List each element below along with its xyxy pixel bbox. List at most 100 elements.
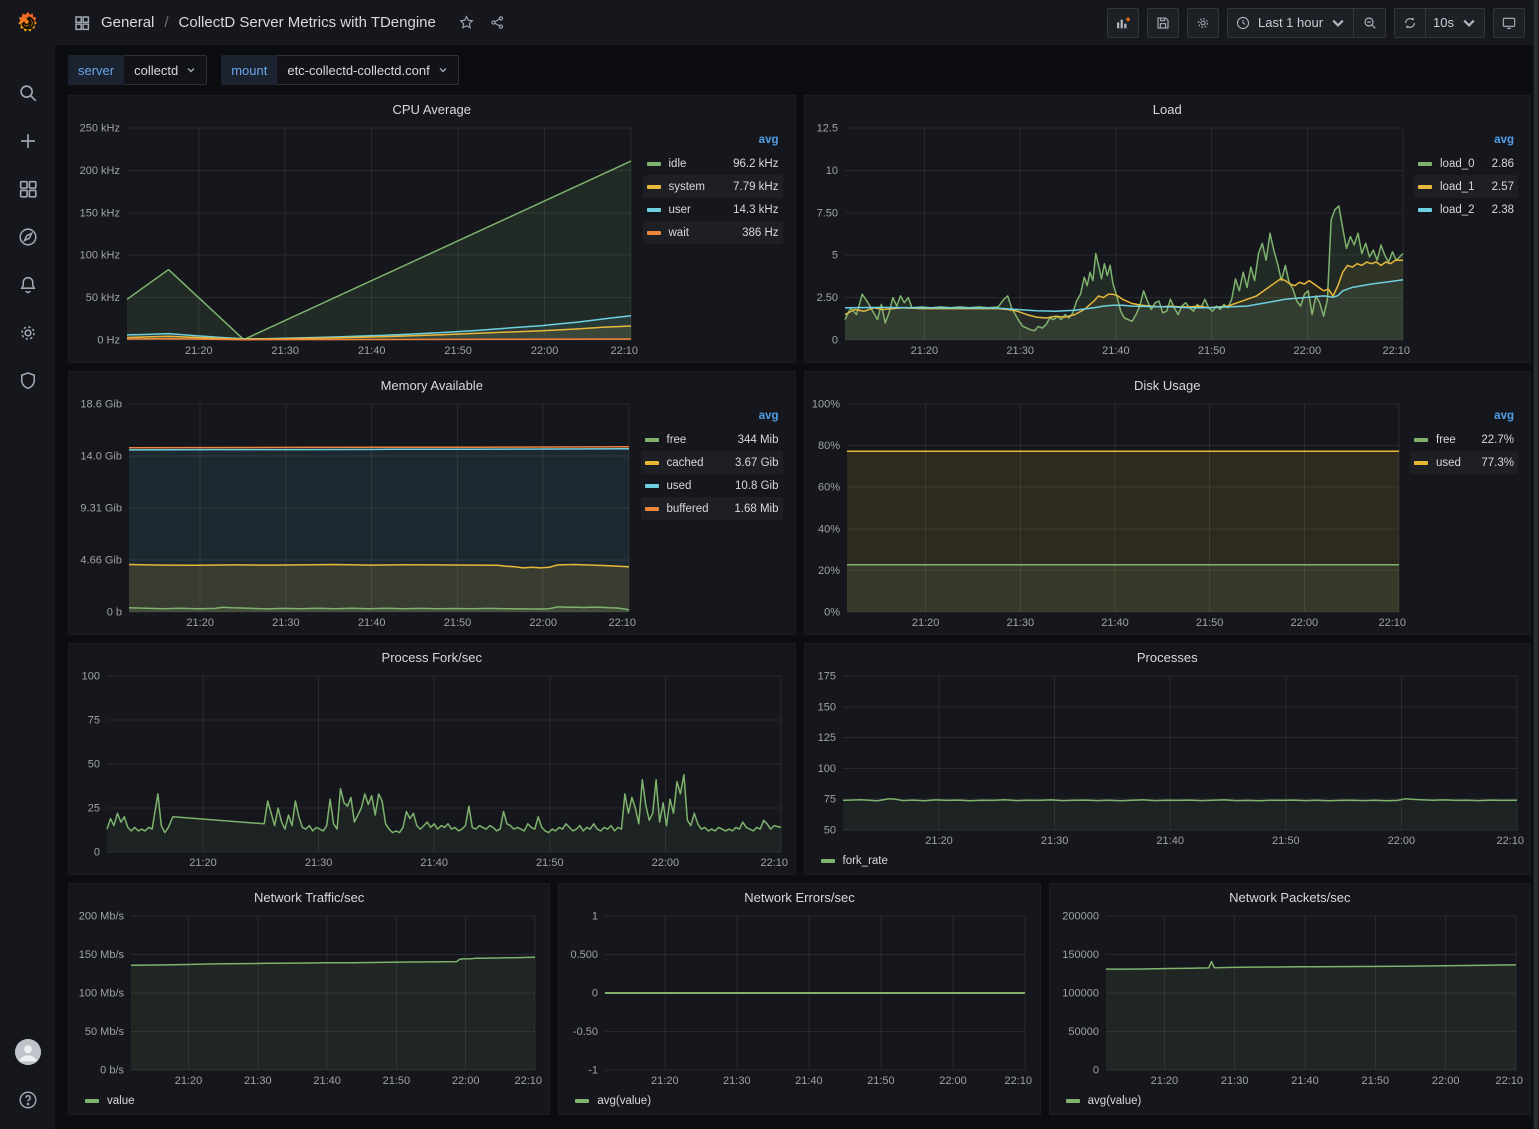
legend-series-item[interactable]: load_2 2.38 bbox=[1414, 198, 1518, 221]
scrollbar-thumb[interactable] bbox=[1534, 0, 1538, 1129]
grafana-logo[interactable] bbox=[0, 0, 55, 46]
legend-series-item[interactable]: avg(value) bbox=[575, 1095, 651, 1107]
svg-text:175: 175 bbox=[817, 671, 835, 683]
svg-text:21:50: 21:50 bbox=[444, 345, 472, 357]
legend-series-item[interactable]: system 7.79 kHz bbox=[643, 175, 783, 198]
panel-network-errors: Network Errors/sec -1-0.5000.500121:2021… bbox=[558, 883, 1040, 1115]
zoom-out-time-button[interactable] bbox=[1354, 8, 1386, 38]
star-icon[interactable] bbox=[458, 14, 475, 31]
legend-series-item[interactable]: load_0 2.86 bbox=[1414, 152, 1518, 175]
legend-series-item[interactable]: cached 3.67 Gib bbox=[641, 451, 783, 474]
network-errors-chart[interactable]: -1-0.5000.500121:2021:3021:4021:5022:002… bbox=[563, 908, 1033, 1090]
variable-mount-label: mount bbox=[221, 55, 277, 85]
search-icon[interactable] bbox=[17, 82, 39, 104]
legend-series-item[interactable]: value bbox=[85, 1095, 135, 1107]
add-panel-button[interactable] bbox=[1107, 8, 1139, 38]
svg-text:4.66 Gib: 4.66 Gib bbox=[80, 555, 122, 567]
variable-server-value[interactable]: collectd bbox=[124, 55, 207, 85]
svg-text:100 Mb/s: 100 Mb/s bbox=[79, 988, 125, 1000]
legend-series-item[interactable]: idle 96.2 kHz bbox=[643, 152, 783, 175]
grafana-logo-icon bbox=[14, 9, 42, 37]
configuration-gear-icon[interactable] bbox=[17, 322, 39, 344]
legend-series-item[interactable]: used 10.8 Gib bbox=[641, 474, 783, 497]
alerting-bell-icon[interactable] bbox=[17, 274, 39, 296]
legend-series-item[interactable]: fork_rate bbox=[821, 855, 888, 867]
legend-series-item[interactable]: free 22.7% bbox=[1410, 428, 1518, 451]
series-name: load_0 bbox=[1440, 158, 1475, 170]
panel-title[interactable]: Network Traffic/sec bbox=[69, 884, 549, 908]
scrollbar-track[interactable] bbox=[1533, 0, 1539, 1129]
refresh-interval-select[interactable]: 10s bbox=[1426, 8, 1485, 38]
panel-title[interactable]: Process Fork/sec bbox=[69, 644, 795, 668]
explore-compass-icon[interactable] bbox=[17, 226, 39, 248]
svg-text:22:10: 22:10 bbox=[760, 857, 788, 869]
svg-text:18.6 Gib: 18.6 Gib bbox=[80, 399, 122, 411]
legend-series-item[interactable]: used 77.3% bbox=[1410, 451, 1518, 474]
chart-svg: 05000010000015000020000021:2021:3021:402… bbox=[1054, 908, 1524, 1090]
svg-text:150000: 150000 bbox=[1062, 949, 1099, 961]
svg-text:0%: 0% bbox=[824, 607, 840, 619]
disk-usage-chart[interactable]: 0%20%40%60%80%100%21:2021:3021:4021:5022… bbox=[809, 396, 1407, 632]
svg-text:14.0 Gib: 14.0 Gib bbox=[80, 451, 122, 463]
breadcrumb-folder[interactable]: General bbox=[101, 14, 154, 31]
legend-series-item[interactable]: avg(value) bbox=[1066, 1095, 1142, 1107]
variable-server-value-text: collectd bbox=[134, 63, 178, 78]
series-avg-value: 386 Hz bbox=[742, 227, 778, 239]
svg-text:25: 25 bbox=[88, 803, 100, 815]
series-name: used bbox=[1436, 457, 1461, 469]
panel-title[interactable]: Network Packets/sec bbox=[1050, 884, 1530, 908]
panel-title[interactable]: Processes bbox=[805, 644, 1531, 668]
user-avatar[interactable] bbox=[15, 1039, 41, 1065]
processes-chart[interactable]: 507510012515017521:2021:3021:4021:5022:0… bbox=[809, 668, 1525, 850]
svg-text:21:40: 21:40 bbox=[1156, 835, 1184, 847]
panel-memory-available: Memory Available 0 b4.66 Gib9.31 Gib14.0… bbox=[68, 371, 796, 635]
svg-text:20%: 20% bbox=[817, 565, 839, 577]
dashboard-settings-button[interactable] bbox=[1187, 8, 1219, 38]
help-icon[interactable] bbox=[17, 1089, 39, 1111]
svg-text:9.31 Gib: 9.31 Gib bbox=[80, 503, 122, 515]
panel-title[interactable]: Network Errors/sec bbox=[559, 884, 1039, 908]
legend-avg-header: avg bbox=[641, 410, 783, 428]
svg-text:21:30: 21:30 bbox=[1040, 835, 1068, 847]
legend-series-item[interactable]: load_1 2.57 bbox=[1414, 175, 1518, 198]
svg-text:21:20: 21:20 bbox=[911, 617, 939, 629]
save-dashboard-button[interactable] bbox=[1147, 8, 1179, 38]
panel-network-traffic: Network Traffic/sec 0 b/s50 Mb/s100 Mb/s… bbox=[68, 883, 550, 1115]
series-color-swatch bbox=[647, 231, 661, 235]
panel-title[interactable]: Memory Available bbox=[69, 372, 795, 396]
legend-series-item[interactable]: free 344 Mib bbox=[641, 428, 783, 451]
network-packets-chart[interactable]: 05000010000015000020000021:2021:3021:402… bbox=[1054, 908, 1524, 1090]
legend-series-item[interactable]: buffered 1.68 Mib bbox=[641, 497, 783, 520]
series-color-swatch bbox=[1066, 1099, 1080, 1103]
refresh-button[interactable] bbox=[1394, 8, 1426, 38]
dashboard-title[interactable]: CollectD Server Metrics with TDengine bbox=[179, 14, 436, 31]
network-traffic-chart[interactable]: 0 b/s50 Mb/s100 Mb/s150 Mb/s200 Mb/s21:2… bbox=[73, 908, 543, 1090]
svg-text:21:50: 21:50 bbox=[444, 617, 472, 629]
panel-title[interactable]: Disk Usage bbox=[805, 372, 1531, 396]
panel-title[interactable]: CPU Average bbox=[69, 96, 795, 120]
svg-text:1: 1 bbox=[592, 911, 598, 923]
create-plus-icon[interactable] bbox=[17, 130, 39, 152]
share-icon[interactable] bbox=[489, 14, 506, 31]
cpu-average-chart[interactable]: 0 Hz50 kHz100 kHz150 kHz200 kHz250 kHz21… bbox=[73, 120, 639, 360]
svg-text:21:30: 21:30 bbox=[271, 345, 299, 357]
dashboards-icon[interactable] bbox=[17, 178, 39, 200]
svg-text:21:40: 21:40 bbox=[358, 345, 386, 357]
load-chart[interactable]: 02.5057.501012.521:2021:3021:4021:5022:0… bbox=[809, 120, 1411, 360]
series-name: buffered bbox=[667, 503, 709, 515]
memory-available-chart[interactable]: 0 b4.66 Gib9.31 Gib14.0 Gib18.6 Gib21:20… bbox=[73, 396, 637, 632]
svg-text:21:40: 21:40 bbox=[358, 617, 386, 629]
panel-title[interactable]: Load bbox=[805, 96, 1531, 120]
legend-series-item[interactable]: wait 386 Hz bbox=[643, 221, 783, 244]
variable-mount-value[interactable]: etc-collectd-collectd.conf bbox=[277, 55, 458, 85]
svg-text:12.5: 12.5 bbox=[816, 123, 837, 135]
kiosk-mode-button[interactable] bbox=[1493, 8, 1525, 38]
server-admin-shield-icon[interactable] bbox=[17, 370, 39, 392]
process-fork-chart[interactable]: 025507510021:2021:3021:4021:5022:0022:10 bbox=[73, 668, 789, 872]
legend-series-item[interactable]: user 14.3 kHz bbox=[643, 198, 783, 221]
svg-text:2.50: 2.50 bbox=[816, 292, 837, 304]
time-range-picker[interactable]: Last 1 hour bbox=[1227, 8, 1354, 38]
series-avg-value: 96.2 kHz bbox=[733, 158, 778, 170]
svg-text:80%: 80% bbox=[817, 440, 839, 452]
svg-text:50 Mb/s: 50 Mb/s bbox=[85, 1026, 125, 1038]
